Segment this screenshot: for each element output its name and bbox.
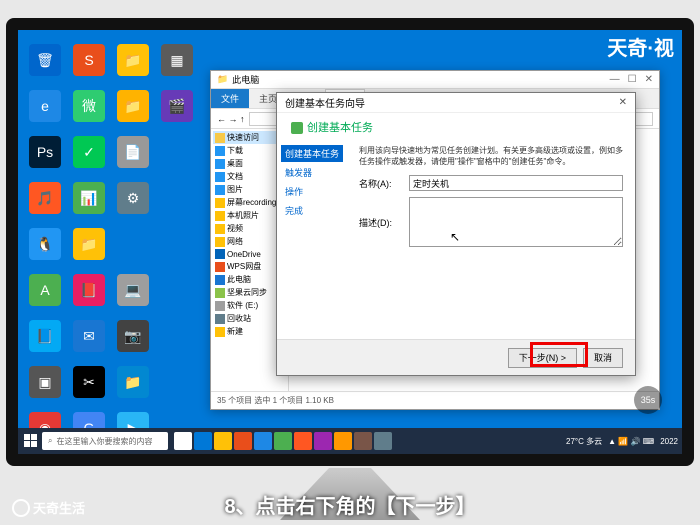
wizard-step[interactable]: 创建基本任务 [281, 145, 343, 162]
desktop-icon[interactable] [161, 182, 193, 214]
desktop-icon[interactable]: 📁 [117, 44, 149, 76]
desktop-icon[interactable]: S [73, 44, 105, 76]
explorer-titlebar[interactable]: 📁 此电脑 — ☐ ✕ [211, 71, 659, 89]
desktop-icon[interactable]: 🗑 [29, 44, 61, 76]
desktop-icon[interactable]: e [29, 90, 61, 122]
minimize-icon[interactable]: — [610, 74, 620, 85]
desktop-icon[interactable] [161, 366, 193, 398]
status-bar: 35 个项目 选中 1 个项目 1.10 KB [211, 391, 659, 409]
desktop-icon[interactable]: 📷 [117, 320, 149, 352]
folder-icon: 📁 [217, 74, 228, 85]
desktop-icon[interactable]: 📊 [73, 182, 105, 214]
system-tray[interactable]: 27°C 多云 ▲ 📶 🔊 ⌨ 2022 [566, 436, 678, 447]
taskbar-app-icon[interactable] [314, 432, 332, 450]
taskbar: ⌕ 在这里输入你要搜索的内容 27°C 多云 ▲ 📶 🔊 ⌨ 2022 [18, 428, 682, 454]
taskbar-app-icon[interactable] [174, 432, 192, 450]
tray-icons[interactable]: ▲ 📶 🔊 ⌨ [608, 437, 654, 446]
wizard-titlebar[interactable]: 创建基本任务向导 ✕ [277, 93, 635, 113]
desktop-icon[interactable]: ✓ [73, 136, 105, 168]
start-button[interactable] [22, 432, 40, 450]
task-wizard-dialog[interactable]: 创建基本任务向导 ✕ 创建基本任务 创建基本任务 触发器 操作 完成 利用该向导… [276, 92, 636, 376]
desktop-icon[interactable]: Ps [29, 136, 61, 168]
name-input[interactable] [409, 175, 623, 191]
desktop-icon[interactable]: 📁 [73, 228, 105, 260]
close-icon[interactable]: ✕ [619, 97, 627, 108]
desc-input[interactable] [409, 197, 623, 247]
desktop-icon[interactable] [117, 228, 149, 260]
cancel-button[interactable]: 取消 [583, 348, 623, 368]
taskbar-app-icon[interactable] [294, 432, 312, 450]
brand-overlay: 天奇·视 [607, 32, 674, 61]
wizard-steps: 创建基本任务 触发器 操作 完成 [277, 141, 347, 341]
taskbar-app-icon[interactable] [274, 432, 292, 450]
weather-widget[interactable]: 27°C 多云 [566, 436, 602, 447]
desktop-icon[interactable]: 📁 [117, 366, 149, 398]
nav-arrows[interactable]: ← → ↑ [217, 114, 245, 124]
wizard-title: 创建基本任务向导 [285, 95, 365, 110]
desktop: 🗑S📁▦e微📁🎬Ps✓📄🎵📊⚙🐧📁A📕💻📘✉📷▣✂📁◉G▶ 天奇·视 📁 此电脑… [18, 30, 682, 454]
desktop-icon[interactable]: 📄 [117, 136, 149, 168]
taskbar-app-icon[interactable] [214, 432, 232, 450]
desktop-icon[interactable]: ▦ [161, 44, 193, 76]
search-icon: ⌕ [48, 436, 52, 446]
ribbon-file[interactable]: 文件 [211, 89, 249, 108]
maximize-icon[interactable]: ☐ [628, 74, 637, 85]
desktop-icon[interactable]: 📕 [73, 274, 105, 306]
search-placeholder: 在这里输入你要搜索的内容 [56, 436, 152, 447]
wizard-heading: 创建基本任务 [277, 113, 635, 141]
clock[interactable]: 2022 [660, 437, 678, 446]
desktop-icon[interactable]: ▣ [29, 366, 61, 398]
wizard-footer: 下一步(N) > 取消 [277, 339, 635, 375]
caption-text: 8、点击右下角的【下一步】 [0, 490, 700, 519]
desktop-icon[interactable]: ⚙ [117, 182, 149, 214]
wizard-step[interactable]: 完成 [281, 202, 343, 219]
window-title: 此电脑 [232, 73, 259, 86]
desktop-icon[interactable]: 🎵 [29, 182, 61, 214]
wizard-step[interactable]: 操作 [281, 183, 343, 200]
next-button[interactable]: 下一步(N) > [508, 348, 577, 368]
desktop-icon[interactable]: 🎬 [161, 90, 193, 122]
taskbar-app-icon[interactable] [254, 432, 272, 450]
desktop-icon[interactable]: 📘 [29, 320, 61, 352]
taskbar-app-icon[interactable] [334, 432, 352, 450]
desktop-icon[interactable]: A [29, 274, 61, 306]
desktop-icon[interactable]: 🐧 [29, 228, 61, 260]
desktop-icon[interactable]: ✉ [73, 320, 105, 352]
wizard-desc: 利用该向导快速地为常见任务创建计划。有关更多高级选项或设置，例如多任务操作或触发… [359, 145, 623, 167]
taskbar-app-icon[interactable] [354, 432, 372, 450]
taskbar-app-icon[interactable] [194, 432, 212, 450]
name-label: 名称(A): [359, 177, 403, 190]
countdown-badge: 35s [634, 386, 662, 414]
desktop-icon[interactable] [161, 228, 193, 260]
desktop-icons: 🗑S📁▦e微📁🎬Ps✓📄🎵📊⚙🐧📁A📕💻📘✉📷▣✂📁◉G▶ [24, 38, 198, 450]
desktop-icon[interactable]: 💻 [117, 274, 149, 306]
desc-label: 描述(D): [359, 216, 403, 229]
desktop-icon[interactable] [161, 136, 193, 168]
desktop-icon[interactable]: 微 [73, 90, 105, 122]
taskbar-search[interactable]: ⌕ 在这里输入你要搜索的内容 [42, 432, 168, 450]
wizard-main: 利用该向导快速地为常见任务创建计划。有关更多高级选项或设置，例如多任务操作或触发… [347, 141, 635, 341]
desktop-icon[interactable] [161, 274, 193, 306]
wizard-step[interactable]: 触发器 [281, 164, 343, 181]
close-icon[interactable]: ✕ [645, 74, 653, 85]
desktop-icon[interactable]: 📁 [117, 90, 149, 122]
taskbar-apps [174, 432, 392, 450]
taskbar-app-icon[interactable] [374, 432, 392, 450]
taskbar-app-icon[interactable] [234, 432, 252, 450]
desktop-icon[interactable] [161, 320, 193, 352]
desktop-icon[interactable]: ✂ [73, 366, 105, 398]
